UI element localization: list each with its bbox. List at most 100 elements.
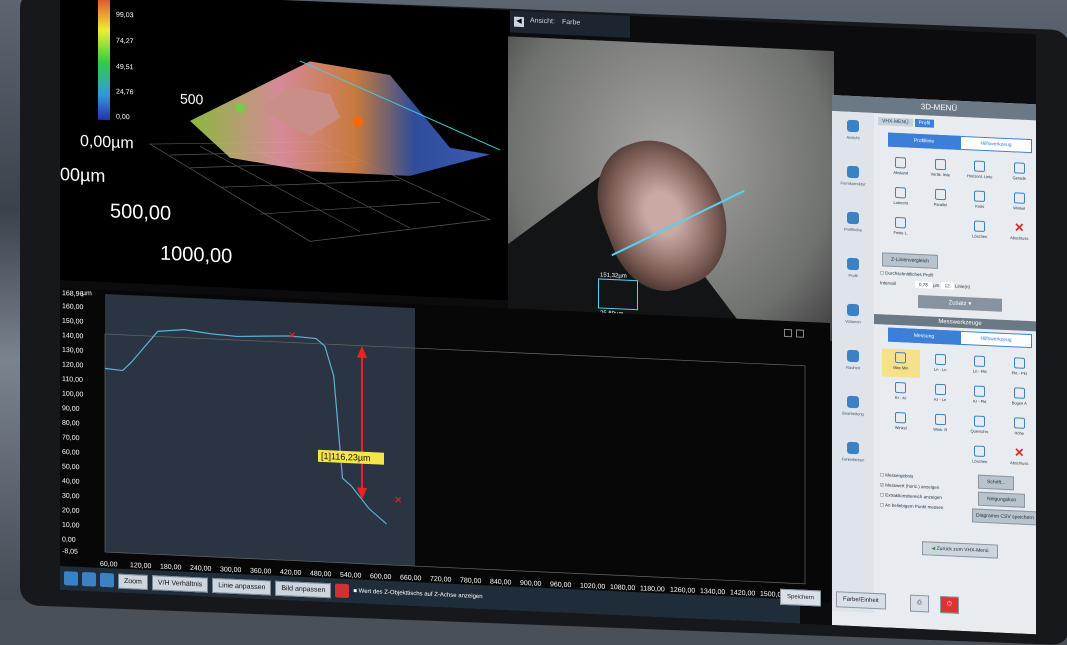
zoom-reset-icon[interactable] <box>100 572 114 588</box>
refresh-icon[interactable] <box>335 583 350 599</box>
tool-parallel[interactable]: Parallel <box>922 185 960 215</box>
lines-input[interactable]: 12 <box>940 281 954 290</box>
tool-ln-ln[interactable]: Ln - Ln <box>922 350 960 380</box>
tool-abschluss[interactable]: ✕ Abschluss <box>1001 444 1037 474</box>
tool-feste-l[interactable]: Feste L. <box>882 213 920 243</box>
tool-gerade[interactable]: Gerade <box>1001 159 1037 189</box>
fit-line-button[interactable]: Linie anpassen <box>212 577 272 596</box>
interval-input[interactable]: 0,78 <box>915 280 932 289</box>
tool-kr-kr[interactable]: Kr - Kr <box>882 378 920 408</box>
save-button[interactable]: Speichern <box>780 588 822 607</box>
tool-pkt-pkt[interactable]: Pkt - Pkt <box>1001 354 1037 384</box>
menu-content: VHX-MENÜ Profil Profillinie Hilfswerkzeug… <box>874 113 1036 621</box>
tool-abschluss[interactable]: ✕ Abschluss <box>1001 219 1037 249</box>
max-min-icon <box>895 351 907 364</box>
sidebar-item-volumen[interactable]: Volumen <box>832 295 874 343</box>
tool-loeschen[interactable]: Löschen <box>961 217 999 247</box>
font-button[interactable]: Schrift... <box>978 474 1015 491</box>
tab-hilfswerkzeug[interactable]: Hilfswerkzeug <box>960 330 1032 349</box>
circle-icon <box>974 190 986 203</box>
y-tick-label: 40,00 <box>62 478 80 486</box>
tool-abstand[interactable]: Abstand <box>882 153 920 183</box>
3d-view[interactable]: 99,03 74,27 49,51 24,76 0,00 0,00µm 500 … <box>60 0 510 301</box>
view-icon <box>847 119 859 133</box>
angle-icon <box>895 411 907 424</box>
sidebar-item-bearbeitung[interactable]: Bearbeitung <box>832 387 874 435</box>
collapse-arrow-icon[interactable]: ◀ <box>514 16 524 28</box>
monitor-screen: 99,03 74,27 49,51 24,76 0,00 0,00µm 500 … <box>60 0 1036 635</box>
sidebar-item-rauheit[interactable]: Rauheit <box>832 341 874 389</box>
tool-ln-pkt[interactable]: Ln - Pkt <box>961 352 999 382</box>
tool-winkel[interactable]: Winkel <box>1001 189 1037 219</box>
perpendicular-icon <box>895 186 907 199</box>
tool-kreis[interactable]: Kreis <box>961 187 999 217</box>
y-tick-label: 168,96 <box>62 290 84 298</box>
cross-section-icon <box>974 415 986 428</box>
minimize-button[interactable] <box>784 328 792 338</box>
chevron-down-icon: ▾ <box>968 301 972 308</box>
breadcrumb-item[interactable]: VHX-MENÜ <box>878 117 913 127</box>
tool-vertical-line[interactable]: Vertik. linie <box>922 155 960 185</box>
sidebar-item-formkorrektur[interactable]: Formkorrektur <box>832 157 874 205</box>
fit-image-button[interactable]: Bild anpassen <box>275 580 332 598</box>
zusatz-dropdown[interactable]: Zusatz ▾ <box>918 294 1002 312</box>
microscope-image[interactable]: 151,32µm 25,69µm <box>508 36 834 342</box>
tool-kr-pkt[interactable]: Kr - Pkt <box>961 382 999 412</box>
tool-max-min[interactable]: Max Min <box>882 348 920 379</box>
print-icon[interactable]: ⎙ <box>910 594 929 613</box>
zoom-out-icon[interactable] <box>82 571 96 587</box>
view-toolbar: ◀ Ansicht: Farbe <box>510 10 630 38</box>
tool-querschnitt[interactable]: Querschn. <box>961 412 999 442</box>
tool-winkel[interactable]: Winkel <box>882 408 920 438</box>
colorbar-tick: 24,76 <box>116 89 134 97</box>
tab-profillinie[interactable]: Profillinie <box>888 132 960 150</box>
tool-kr-ln[interactable]: Kr - Ln <box>922 380 960 410</box>
z-stage-checkbox[interactable]: ■ Wert des Z-Objekttischs auf Z-Achse an… <box>353 588 482 600</box>
scale-label: 151,32µm <box>600 272 627 280</box>
y-tick-label: 130,00 <box>62 347 84 355</box>
y-tick-label: 50,00 <box>62 463 80 471</box>
breadcrumb-item[interactable]: Profil <box>914 118 935 128</box>
power-icon[interactable]: ⏻ <box>940 595 959 614</box>
chart-highlight-area <box>105 294 415 567</box>
trash-icon <box>974 445 986 458</box>
y-tick-label: 0,00 <box>62 536 76 544</box>
maximize-button[interactable] <box>796 329 804 338</box>
tool-wink-r[interactable]: Wink. R <box>922 410 960 440</box>
sidebar-item-fehlerfarben[interactable]: Fehlerfarben <box>832 433 874 481</box>
view-mode-value[interactable]: Farbe <box>562 19 580 27</box>
zoom-button[interactable]: Zoom <box>118 573 148 590</box>
3d-menu-panel: 3D-MENÜ Ansicht Formkorrektur Profilhöhe… <box>832 95 1036 635</box>
tilt-button[interactable]: Neigungskon <box>978 491 1026 508</box>
tool-loeschen[interactable]: Löschen <box>961 442 999 472</box>
color-scale-bar <box>98 0 110 121</box>
sidebar-item-profilhoehe[interactable]: Profilhöhe <box>832 203 874 251</box>
profile-chart: µm 168,96 160,00 150,00 140,00 130,00 120,00 1… <box>62 290 815 600</box>
tool-empty <box>922 440 960 470</box>
back-to-vhx-button[interactable]: ◀ Zurück zum VHX-Menü <box>922 541 998 559</box>
3d-surface <box>190 61 490 176</box>
line-line-icon <box>934 353 946 366</box>
profile-chart-panel[interactable]: µm 168,96 160,00 150,00 140,00 130,00 120,00 1… <box>60 288 830 603</box>
view-mode-label: Ansicht: <box>530 17 555 26</box>
circle-line-icon <box>934 383 946 396</box>
arc-icon <box>1013 387 1025 399</box>
3d-axis-label: 1000,00 <box>160 243 232 268</box>
sidebar-item-ansicht[interactable]: Ansicht <box>832 111 874 159</box>
tab-hilfswerkzeug[interactable]: Hilfswerkzeug <box>960 135 1032 154</box>
save-csv-button[interactable]: Diagramm CSV speichern <box>972 508 1036 526</box>
tab-messung[interactable]: Messung <box>888 327 960 345</box>
tool-bogen[interactable]: Bogen A <box>1001 384 1037 414</box>
close-icon: ✕ <box>1014 220 1025 235</box>
z-line-compare-button[interactable]: Z-Linienvergleich <box>882 252 939 269</box>
distance-icon <box>895 156 907 169</box>
zoom-in-icon[interactable] <box>64 571 78 586</box>
sidebar-item-profil[interactable]: Profil <box>832 249 874 297</box>
vh-ratio-button[interactable]: V/H Verhältnis <box>151 574 209 593</box>
y-tick-label: 80,00 <box>62 420 80 428</box>
tool-lotrecht[interactable]: Lotrecht <box>882 183 920 213</box>
color-unit-button[interactable]: Farbe/Einheit <box>836 591 886 610</box>
tool-hoehe[interactable]: Höhe <box>1001 414 1037 444</box>
tool-horizontal-line[interactable]: Horizont. Linie <box>961 157 999 187</box>
line-point-icon <box>974 355 986 368</box>
